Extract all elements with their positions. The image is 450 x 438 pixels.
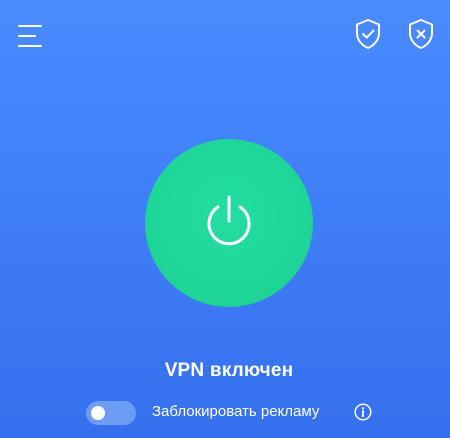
power-icon: [207, 195, 251, 246]
vpn-status-text: VPN включен: [164, 360, 294, 381]
adblock-label: Заблокировать рекламу: [152, 403, 320, 420]
toggle-knob: [91, 406, 105, 420]
adblock-row: Заблокировать рекламу: [86, 401, 386, 425]
vpn-app-window: { "topbar": { "menu_icon": "hamburger-me…: [0, 0, 450, 438]
top-bar: [0, 0, 450, 70]
adblock-toggle[interactable]: [86, 401, 136, 425]
hamburger-menu-icon[interactable]: [18, 25, 46, 47]
shield-x-icon[interactable]: [407, 18, 435, 50]
shield-check-icon[interactable]: [354, 18, 382, 50]
power-button[interactable]: [145, 139, 313, 307]
info-icon[interactable]: [354, 403, 372, 421]
